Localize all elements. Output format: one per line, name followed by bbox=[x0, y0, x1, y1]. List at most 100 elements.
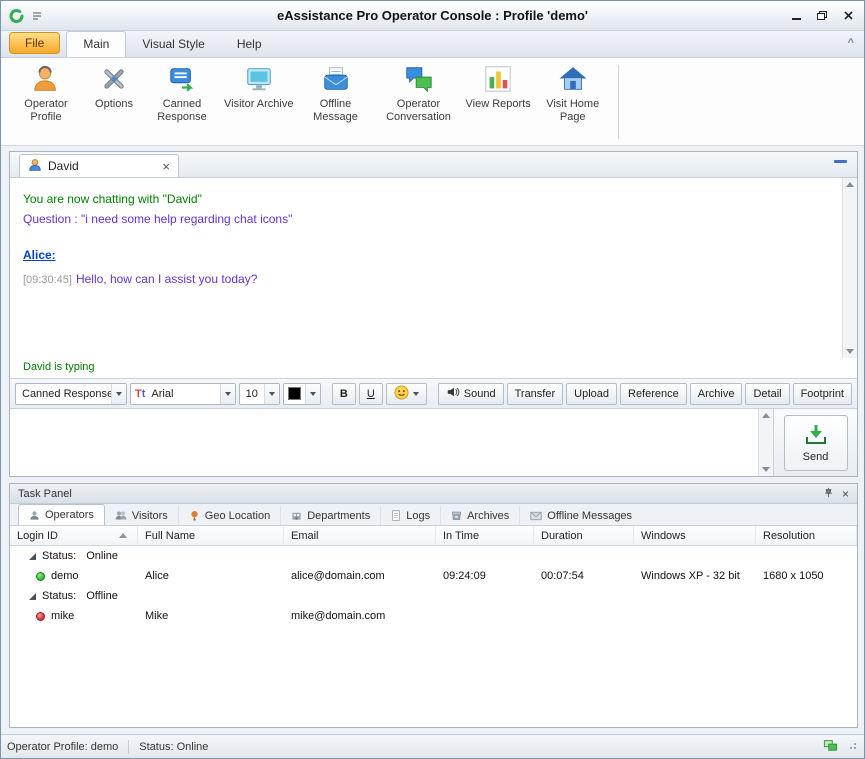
close-button[interactable] bbox=[838, 7, 858, 25]
group-expand-icon[interactable] bbox=[29, 553, 36, 560]
toolbar-visitor-archive[interactable]: Visitor Archive bbox=[221, 63, 297, 111]
scroll-up-icon[interactable] bbox=[762, 413, 770, 418]
format-toolbar: Canned Response Tt Arial 10 B U bbox=[10, 378, 857, 408]
scroll-up-icon[interactable] bbox=[846, 182, 854, 187]
chat-tab-david[interactable]: David × bbox=[19, 154, 179, 177]
tab-archives[interactable]: Archives bbox=[441, 506, 520, 525]
emoticon-picker[interactable] bbox=[386, 383, 427, 405]
transfer-button[interactable]: Transfer bbox=[507, 383, 564, 405]
cell-duration: 00:07:54 bbox=[534, 570, 634, 582]
group-expand-icon[interactable] bbox=[29, 593, 36, 600]
chevron-down-icon[interactable] bbox=[111, 384, 126, 404]
scroll-down-icon[interactable] bbox=[762, 467, 770, 472]
tab-operators[interactable]: Operators bbox=[18, 504, 105, 525]
group-label: Status: bbox=[42, 550, 76, 562]
task-panel-header: Task Panel × bbox=[10, 484, 857, 504]
status-operator-profile: Operator Profile: demo bbox=[7, 741, 118, 753]
underline-button[interactable]: U bbox=[359, 383, 383, 405]
chevron-down-icon[interactable] bbox=[305, 384, 320, 404]
tab-help[interactable]: Help bbox=[221, 32, 278, 57]
cell-login-id: mike bbox=[51, 610, 74, 622]
toolbar-label: Operator Conversation bbox=[378, 98, 460, 124]
chat-tab-close-icon[interactable]: × bbox=[162, 160, 170, 173]
pin-icon[interactable] bbox=[823, 487, 834, 501]
detail-button[interactable]: Detail bbox=[745, 383, 789, 405]
scroll-down-icon[interactable] bbox=[846, 349, 854, 354]
toolbar-operator-conversation[interactable]: Operator Conversation bbox=[375, 63, 463, 124]
tab-logs[interactable]: Logs bbox=[381, 506, 441, 525]
chevron-down-icon[interactable] bbox=[220, 384, 235, 404]
chat-collapse-icon[interactable] bbox=[834, 160, 847, 163]
tab-visual-style[interactable]: Visual Style bbox=[126, 32, 220, 57]
sound-toggle-button[interactable]: Sound bbox=[438, 383, 504, 405]
table-row[interactable]: mike Mike mike@domain.com bbox=[10, 606, 857, 626]
chevron-down-icon bbox=[413, 392, 419, 396]
toolbar-label: View Reports bbox=[466, 98, 531, 111]
toolbar-label: Visit Home Page bbox=[537, 98, 609, 124]
toolbar-canned-response[interactable]: Canned Response bbox=[143, 63, 221, 124]
font-size-combo[interactable]: 10 bbox=[239, 383, 280, 405]
chat-panel: David × You are now chatting with "David… bbox=[9, 151, 858, 477]
toolbar-operator-profile[interactable]: Operator Profile bbox=[7, 63, 85, 124]
restore-button[interactable] bbox=[812, 7, 832, 25]
tab-visitors[interactable]: Visitors bbox=[105, 506, 179, 525]
toolbar-view-reports[interactable]: View Reports bbox=[463, 63, 534, 111]
window-menu-icon[interactable] bbox=[27, 6, 47, 26]
toolbar-options[interactable]: Options bbox=[85, 63, 143, 111]
chevron-down-icon[interactable] bbox=[264, 384, 279, 404]
resize-grip[interactable] bbox=[846, 739, 858, 754]
file-menu-button[interactable]: File bbox=[9, 32, 60, 54]
visitor-archive-icon bbox=[243, 63, 275, 95]
cell-full-name: Alice bbox=[138, 570, 284, 582]
minimize-button[interactable] bbox=[786, 7, 806, 25]
column-header-duration[interactable]: Duration bbox=[534, 526, 634, 545]
table-row[interactable]: demo Alice alice@domain.com 09:24:09 00:… bbox=[10, 566, 857, 586]
tab-departments[interactable]: Departments bbox=[281, 506, 381, 525]
cell-email: mike@domain.com bbox=[284, 610, 436, 622]
group-row-offline[interactable]: Status: Offline bbox=[10, 586, 857, 606]
column-header-in-time[interactable]: In Time bbox=[436, 526, 534, 545]
table-header: Login ID Full Name Email In Time Duratio… bbox=[10, 526, 857, 546]
chat-tab-strip: David × bbox=[10, 152, 857, 178]
canned-response-combo[interactable]: Canned Response bbox=[15, 383, 127, 405]
chat-scrollbar[interactable] bbox=[842, 178, 857, 358]
bold-button[interactable]: B bbox=[332, 383, 356, 405]
main-toolbar: Operator Profile Options Canned Response… bbox=[1, 58, 864, 146]
chat-question-line: Question : "i need some help regarding c… bbox=[23, 212, 831, 226]
group-label: Status: bbox=[42, 590, 76, 602]
collapse-ribbon-icon[interactable]: ^ bbox=[848, 37, 854, 49]
message-input[interactable] bbox=[10, 409, 773, 476]
tab-main[interactable]: Main bbox=[66, 31, 126, 57]
font-color-picker[interactable] bbox=[283, 383, 321, 405]
status-bar: Operator Profile: demo Status: Online bbox=[1, 734, 864, 758]
column-header-resolution[interactable]: Resolution bbox=[756, 526, 857, 545]
toolbar-visit-home-page[interactable]: Visit Home Page bbox=[534, 63, 612, 124]
column-header-full-name[interactable]: Full Name bbox=[138, 526, 284, 545]
chat-tab-label: David bbox=[48, 159, 156, 173]
column-header-windows[interactable]: Windows bbox=[634, 526, 756, 545]
task-panel-tabs: Operators Visitors Geo Location Departme… bbox=[10, 504, 857, 526]
toolbar-label: Canned Response bbox=[146, 98, 218, 124]
footprint-button[interactable]: Footprint bbox=[793, 383, 852, 405]
status-online-state: Status: Online bbox=[139, 741, 208, 753]
reference-button[interactable]: Reference bbox=[620, 383, 687, 405]
send-icon bbox=[804, 423, 828, 450]
window-title: eAssistance Pro Operator Console : Profi… bbox=[1, 8, 864, 23]
tab-label: Operators bbox=[45, 509, 94, 521]
input-scrollbar[interactable] bbox=[758, 409, 773, 476]
send-button[interactable]: Send bbox=[784, 415, 848, 471]
tab-offline-messages[interactable]: Offline Messages bbox=[520, 506, 642, 525]
group-row-online[interactable]: Status: Online bbox=[10, 546, 857, 566]
tab-geo-location[interactable]: Geo Location bbox=[179, 506, 281, 525]
column-header-email[interactable]: Email bbox=[284, 526, 436, 545]
archive-button[interactable]: Archive bbox=[690, 383, 743, 405]
column-header-login-id[interactable]: Login ID bbox=[10, 526, 138, 545]
font-combo[interactable]: Tt Arial bbox=[130, 383, 236, 405]
upload-button[interactable]: Upload bbox=[566, 383, 617, 405]
visit-home-page-icon bbox=[557, 63, 589, 95]
tab-label: Visitors bbox=[132, 510, 168, 522]
chat-message-area: You are now chatting with "David" Questi… bbox=[10, 178, 857, 358]
toolbar-label: Offline Message bbox=[300, 98, 372, 124]
task-panel-close-icon[interactable]: × bbox=[842, 487, 849, 501]
toolbar-offline-message[interactable]: Offline Message bbox=[297, 63, 375, 124]
